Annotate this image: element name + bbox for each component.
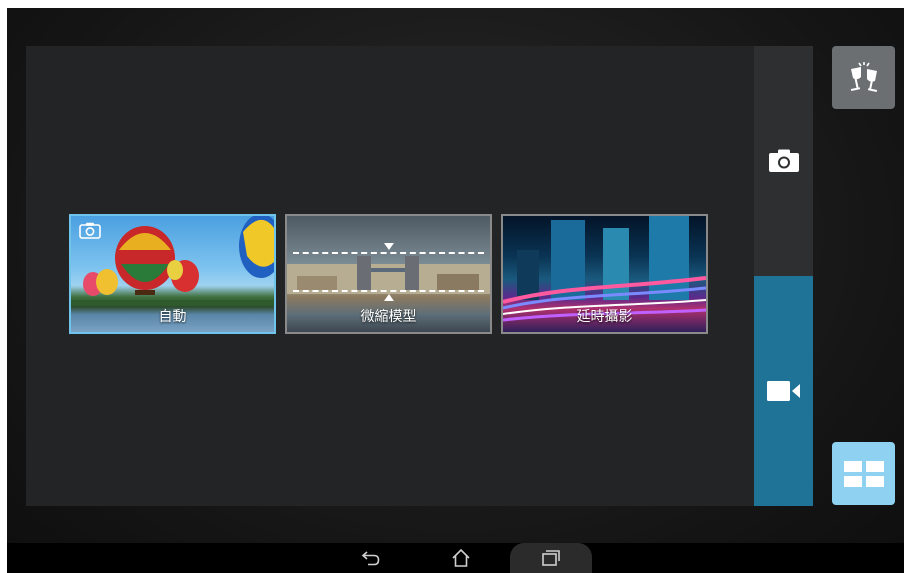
photo-video-switch[interactable] [754, 46, 813, 506]
party-mode-button[interactable] [832, 46, 895, 109]
recent-apps-icon [542, 550, 560, 566]
focus-band-bottom [293, 290, 484, 292]
video-camera-icon [766, 381, 800, 401]
back-button[interactable] [357, 543, 385, 573]
mode-time-lapse[interactable]: 延時攝影 [501, 214, 708, 334]
grid-icon [843, 460, 884, 487]
camera-icon [768, 149, 799, 172]
mode-label: 微縮模型 [360, 309, 417, 325]
toast-glasses-icon [850, 61, 877, 92]
focus-band-top [293, 252, 484, 254]
video-mode-button[interactable] [754, 276, 813, 506]
up-arrow-icon [383, 294, 394, 301]
home-icon [452, 548, 470, 567]
camera-screen: 自動 微縮模型 延時攝影 [7, 8, 904, 573]
home-button[interactable] [447, 543, 475, 573]
mode-miniature[interactable]: 微縮模型 [285, 214, 492, 334]
mode-label: 延時攝影 [576, 309, 633, 325]
back-icon [361, 551, 380, 566]
mode-label: 自動 [158, 309, 187, 325]
grid-mode-button[interactable] [832, 442, 895, 505]
recent-apps-button[interactable] [537, 543, 565, 573]
down-arrow-icon [383, 243, 394, 250]
photo-mode-button[interactable] [754, 46, 813, 276]
navigation-bar [7, 543, 904, 573]
mode-auto[interactable]: 自動 [69, 214, 276, 334]
